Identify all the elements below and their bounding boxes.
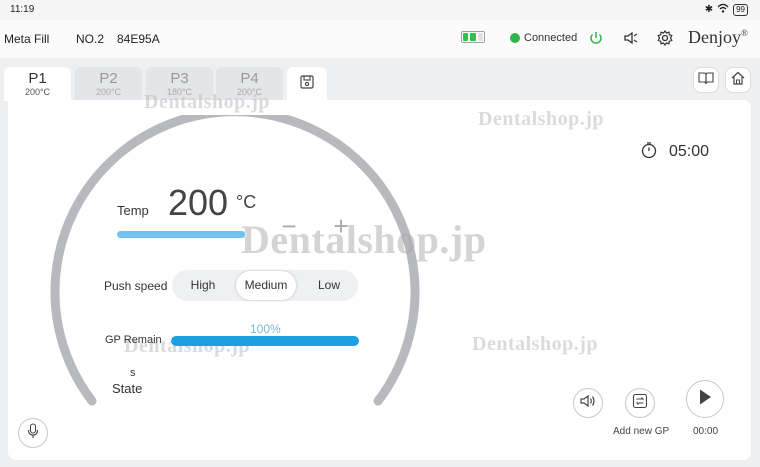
home-button[interactable] xyxy=(725,67,751,93)
brand-logo: Denjoy® xyxy=(688,27,748,47)
gp-remain-bar xyxy=(171,336,359,346)
battery-bar xyxy=(463,33,469,41)
battery-bar xyxy=(477,33,483,41)
tab-temp: 200°C xyxy=(95,87,122,97)
volume-icon xyxy=(579,393,597,414)
home-icon xyxy=(730,70,746,91)
microphone-button[interactable] xyxy=(18,418,48,448)
temp-bar-fill xyxy=(117,231,245,238)
bluetooth-icon: ✱ xyxy=(704,4,714,15)
temp-value: 200 xyxy=(168,182,229,223)
speed-low-option[interactable]: Low xyxy=(302,270,356,301)
play-icon xyxy=(697,388,713,411)
temp-unit: °C xyxy=(236,192,257,212)
save-button[interactable] xyxy=(287,67,327,101)
add-new-gp-label: Add new GP xyxy=(613,426,670,437)
gp-remain-label: GP Remain xyxy=(105,334,162,346)
timer-display: 05:00 xyxy=(669,143,710,160)
manual-button[interactable] xyxy=(693,67,719,93)
watermark: Dentalshop.jp xyxy=(478,108,604,130)
watermark: Dentalshop.jp xyxy=(144,91,270,113)
push-speed-label: Push speed xyxy=(104,279,168,293)
tab-p2[interactable]: P2 200°C xyxy=(75,67,142,101)
state-unit: s xyxy=(130,367,136,379)
device-number: NO.2 xyxy=(76,32,105,46)
add-new-gp-button[interactable] xyxy=(625,388,655,418)
save-icon xyxy=(299,74,315,95)
gp-remain-percent: 100% xyxy=(250,322,281,336)
play-time: 00:00 xyxy=(693,426,719,437)
state-label: State xyxy=(112,381,143,396)
battery-indicator xyxy=(461,31,485,43)
watermark: Dentalshop.jp xyxy=(472,333,598,355)
connection-dot xyxy=(510,33,520,43)
connection-status: Connected xyxy=(524,32,578,44)
app-name: Meta Fill xyxy=(4,32,50,46)
tab-label: P3 xyxy=(170,70,189,87)
book-icon xyxy=(698,71,714,90)
battery-level: 99 xyxy=(733,3,748,16)
tab-p1[interactable]: P1 200°C xyxy=(4,67,71,101)
battery-bar xyxy=(470,33,476,41)
status-time: 11:19 xyxy=(10,4,35,15)
power-icon[interactable] xyxy=(586,28,606,48)
speed-high-option[interactable]: High xyxy=(176,270,230,301)
volume-button[interactable] xyxy=(573,388,603,418)
speaker-icon[interactable] xyxy=(621,28,641,48)
stopwatch-icon xyxy=(640,141,658,164)
tab-label: P4 xyxy=(240,70,259,87)
temperature-gauge-arc xyxy=(50,115,420,406)
mic-icon xyxy=(26,422,40,444)
status-icons: ✱ 99 xyxy=(705,3,748,16)
status-bar xyxy=(0,0,760,20)
speed-medium-option[interactable]: Medium xyxy=(236,270,296,301)
swap-icon xyxy=(632,393,648,414)
minus-button[interactable]: − xyxy=(270,207,308,245)
wifi-icon xyxy=(717,3,729,16)
tab-label: P1 xyxy=(28,70,47,87)
tab-label: P2 xyxy=(99,70,118,87)
device-id: 84E95A xyxy=(117,32,160,46)
play-button[interactable] xyxy=(686,380,724,418)
header-bar xyxy=(0,20,760,58)
gear-icon[interactable] xyxy=(655,28,675,48)
temp-label: Temp xyxy=(117,203,149,218)
plus-button[interactable]: + xyxy=(322,207,360,245)
tab-temp: 200°C xyxy=(24,87,51,97)
